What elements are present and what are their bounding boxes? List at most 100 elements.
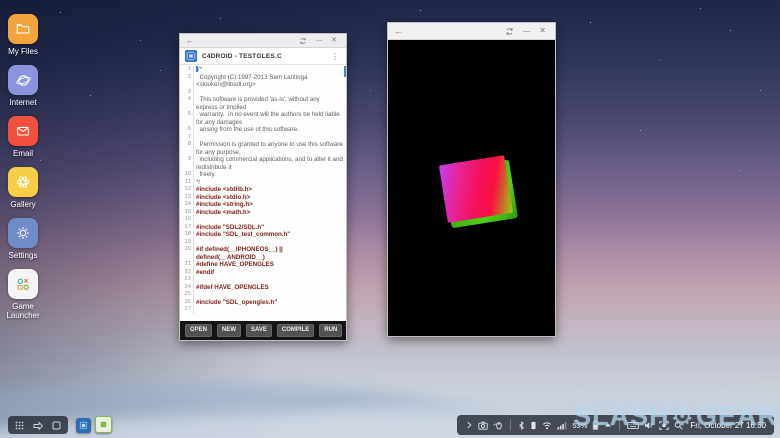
text-cursor	[196, 66, 198, 72]
line-number: 16	[180, 216, 194, 224]
code-line: 22#endif	[180, 269, 346, 277]
code-editor-area[interactable]: 1/*2 Copyright (C) 1997-2013 Sam Lanting…	[180, 65, 346, 321]
line-number: 21	[180, 261, 194, 269]
c4droid-titlebar[interactable]: ← — ✕	[180, 34, 346, 48]
line-number: 14	[180, 201, 194, 209]
line-number: 12	[180, 186, 194, 194]
code-text: #define HAVE_OPENGLES	[196, 261, 346, 269]
line-number: 8	[180, 141, 194, 156]
line-number: 1	[180, 66, 194, 74]
volume-icon[interactable]	[644, 421, 654, 430]
line-number: 4	[180, 96, 194, 111]
code-line: 4 This software is provided 'as-is', wit…	[180, 96, 346, 111]
desktop-icon-internet[interactable]: Internet	[0, 65, 46, 107]
editor-run-button[interactable]: RUN	[319, 324, 342, 337]
taskbar-running-c4droid[interactable]	[76, 418, 91, 433]
recents-icon[interactable]	[33, 421, 43, 430]
desktop-icon-label: Email	[13, 149, 33, 158]
editor-scrollbar[interactable]	[344, 66, 346, 77]
code-text: #include <stdlib.h>	[196, 186, 346, 194]
line-number: 18	[180, 231, 194, 239]
tray-separator	[510, 419, 511, 431]
code-line: 2 Copyright (C) 1997-2013 Sam Lantinga <…	[180, 74, 346, 89]
code-text	[196, 291, 346, 299]
close-icon[interactable]: ✕	[539, 27, 546, 35]
desktop-icon-my-files[interactable]: My Files	[0, 14, 46, 56]
code-line: 6 arising from the use of this software.	[180, 126, 346, 134]
line-number: 6	[180, 126, 194, 134]
back-icon[interactable]: ←	[394, 26, 403, 36]
rotate-icon[interactable]	[505, 27, 514, 36]
editor-save-button[interactable]: SAVE	[246, 324, 272, 337]
editor-open-button[interactable]: OPEN	[185, 324, 212, 337]
code-line: 14#include <string.h>	[180, 201, 346, 209]
code-text: arising from the use of this software.	[196, 126, 346, 134]
code-line: 11*/	[180, 179, 346, 187]
code-text	[196, 239, 346, 247]
code-text: */	[196, 179, 346, 187]
home-icon[interactable]	[52, 421, 61, 430]
mouse-icon[interactable]	[493, 421, 503, 430]
battery-icon[interactable]	[592, 420, 599, 430]
camera-icon[interactable]	[478, 421, 488, 430]
desktop-icon-label: My Files	[8, 47, 38, 56]
editor-compile-button[interactable]: COMPILE	[277, 324, 314, 337]
c4droid-window: ← — ✕ C4DROID - TESTGLES.C ⋮ 1/*2 Copyri…	[179, 33, 347, 341]
sdl-gles-titlebar[interactable]: ← — ✕	[388, 23, 555, 40]
keyboard-icon[interactable]	[627, 421, 639, 430]
desktop-icon-label: Settings	[9, 251, 38, 260]
back-icon[interactable]: ←	[186, 36, 194, 45]
line-number: 3	[180, 89, 194, 97]
code-line: 10 freely.	[180, 171, 346, 179]
wifi-icon[interactable]	[542, 421, 552, 430]
code-text: #include "SDL2/SDL.h"	[196, 224, 346, 232]
minimize-icon[interactable]: —	[316, 38, 322, 44]
code-text: #include "SDL_opengles.h"	[196, 299, 346, 307]
c4droid-app-icon	[185, 50, 197, 62]
code-line: 12#include <stdlib.h>	[180, 186, 346, 194]
desktop-icon-game-launcher[interactable]: Game Launcher	[0, 269, 46, 320]
editor-new-button[interactable]: NEW	[217, 324, 241, 337]
code-line: 15#include <math.h>	[180, 209, 346, 217]
desktop-icon-label: Gallery	[10, 200, 35, 209]
line-number: 22	[180, 269, 194, 277]
code-line: 23	[180, 276, 346, 284]
desktop-icon-gallery[interactable]: Gallery	[0, 167, 46, 209]
line-number: 10	[180, 171, 194, 179]
taskbar-clock[interactable]: Fri, October 27 16:50	[690, 421, 766, 430]
bluetooth-icon[interactable]	[518, 421, 525, 430]
code-text: #endif	[196, 269, 346, 277]
rotate-icon[interactable]	[299, 37, 307, 45]
phone-icon[interactable]	[530, 421, 537, 430]
minimize-icon[interactable]: —	[523, 28, 530, 35]
code-line: 24#ifdef HAVE_OPENGLES	[180, 284, 346, 292]
code-line: 27	[180, 306, 346, 314]
search-icon[interactable]	[674, 421, 683, 430]
taskbar-running-sdl-app[interactable]	[95, 416, 112, 433]
desktop-icon-email[interactable]: Email	[0, 116, 46, 158]
line-number: 15	[180, 209, 194, 217]
code-line: 9 including commercial applications, and…	[180, 156, 346, 171]
overflow-menu-icon[interactable]: ⋮	[329, 52, 341, 61]
code-line: 26#include "SDL_opengles.h"	[180, 299, 346, 307]
code-text: #include <stdio.h>	[196, 194, 346, 202]
my-files-icon	[8, 14, 38, 44]
code-text: Permission is granted to anyone to use t…	[196, 141, 346, 156]
tray-caret-icon[interactable]	[604, 422, 612, 428]
apps-grid-icon[interactable]	[15, 421, 24, 430]
expand-chevron-icon[interactable]	[465, 421, 473, 429]
line-number: 5	[180, 111, 194, 126]
screen-fit-icon[interactable]	[659, 421, 669, 430]
code-text: #ifdef HAVE_OPENGLES	[196, 284, 346, 292]
signal-icon[interactable]	[557, 421, 567, 430]
desktop: My Files Internet Email Gallery Settings Game…	[0, 0, 780, 438]
taskbar: 53% Fri, October 27 16:50	[0, 412, 780, 438]
code-line: 19	[180, 239, 346, 247]
code-text	[196, 216, 346, 224]
close-icon[interactable]: ✕	[331, 37, 337, 44]
code-text: warranty. In no event will the authors b…	[196, 111, 346, 126]
desktop-icon-settings[interactable]: Settings	[0, 218, 46, 260]
line-number: 2	[180, 74, 194, 89]
tray-separator	[619, 419, 620, 431]
line-number: 25	[180, 291, 194, 299]
